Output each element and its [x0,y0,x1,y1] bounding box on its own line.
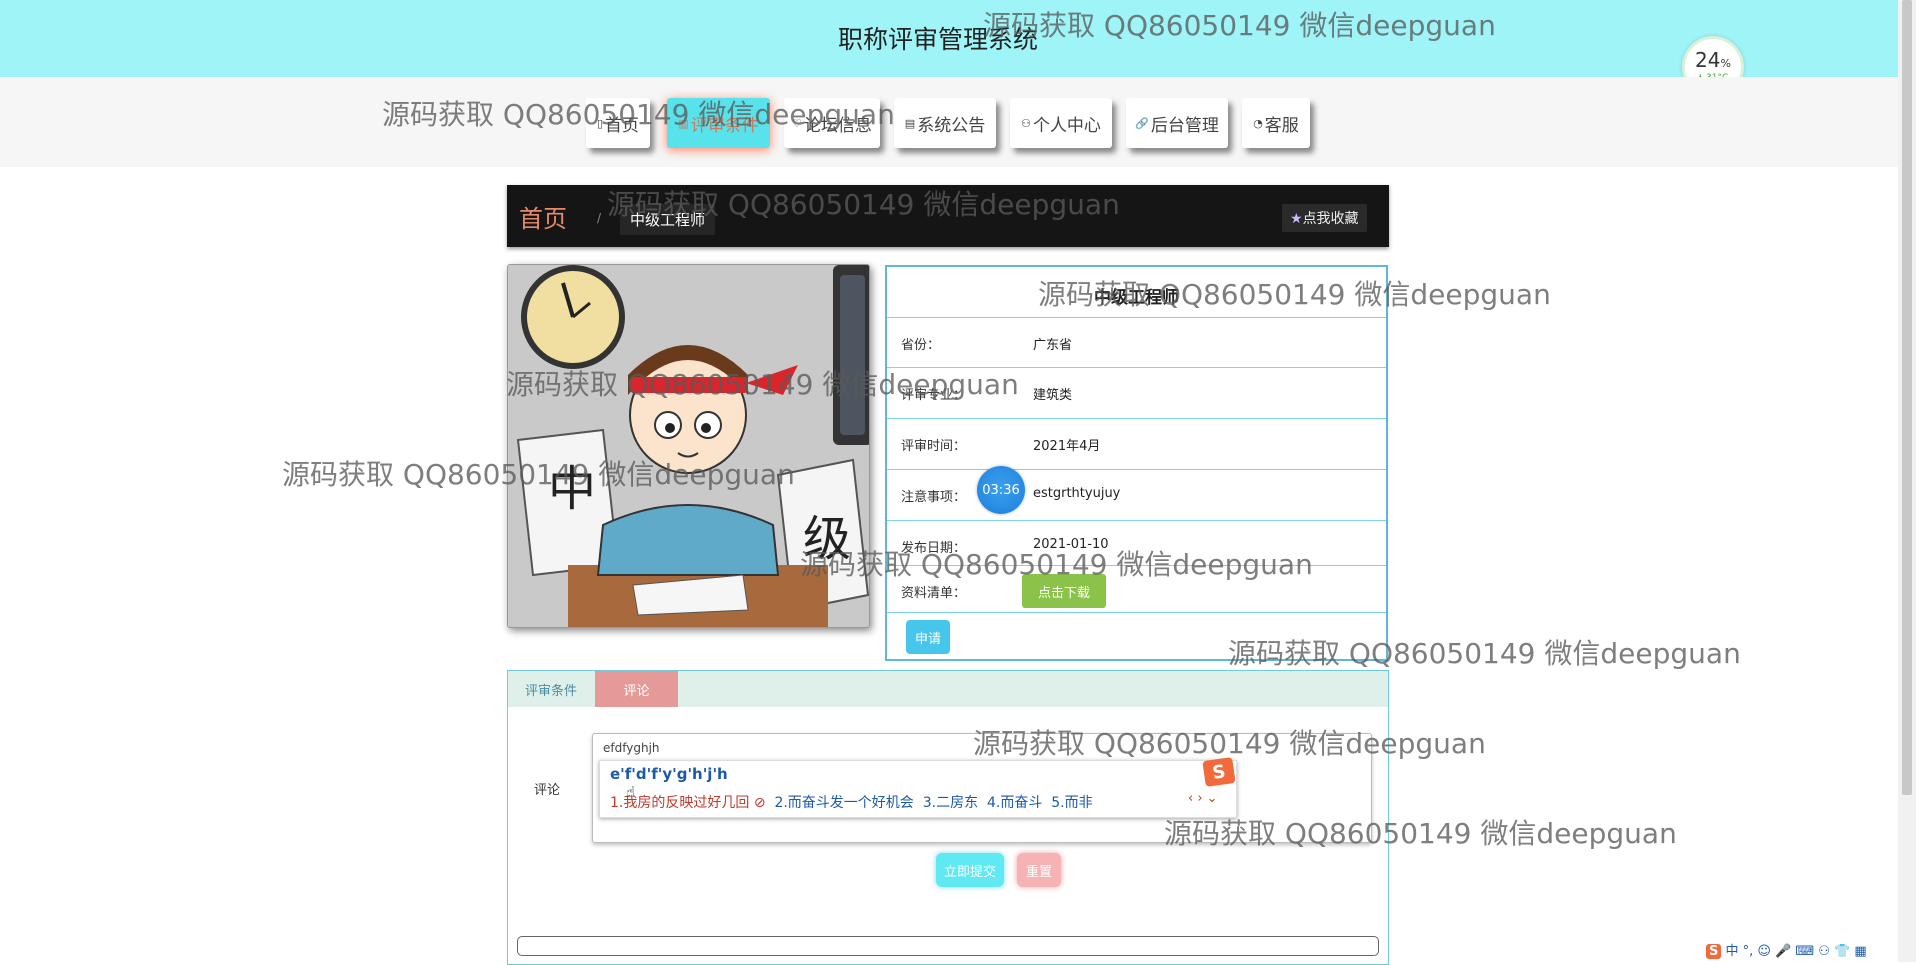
student-exam-illustration: 中 级 [508,265,869,627]
submit-button[interactable]: 立即提交 [936,853,1004,887]
link-icon: 🔗 [1135,116,1149,130]
site-title: 职称评审管理系统 [838,25,1039,54]
ime-candidate[interactable]: 3.二房东 [923,795,978,811]
nav-item-home[interactable]: ▯ 首页 [586,98,650,148]
page-scrollbar[interactable] [1898,0,1916,962]
ime-toolbar-icons[interactable]: 中 °, ☺ 🎤 ⌨ ⚇ 👕 ▦ [1726,944,1867,959]
ime-page-arrows[interactable]: ‹ › ⌄ [1188,791,1218,806]
download-button[interactable]: 点击下载 [1022,574,1106,608]
review-time-value: 2021年4月 [1033,439,1101,454]
weather-percent: 24% [1695,48,1731,72]
ime-candidate[interactable]: 4.而奋斗 [987,795,1042,811]
home-icon: ▯ [596,116,604,130]
user-icon: ⚇ [1021,116,1031,130]
breadcrumb-current: 中级工程师 [620,204,716,235]
reset-button[interactable]: 重置 [1017,853,1061,887]
sogou-logo-icon: S [1202,757,1236,787]
header-bar: 职称评审管理系统 [0,0,1898,77]
nav-item-announcements[interactable]: ▤ 系统公告 [894,98,996,148]
mouse-cursor-icon: ☝ [626,783,636,801]
detail-panel: 中级工程师 省份： 广东省 评审专业： 建筑类 评审时间： 2021年4月 注意… [885,265,1388,661]
ime-composition: e'f'd'f'y'g'h'j'h [610,765,728,783]
nav-bar: ▯ 首页 ▥ 评审条件 ♡ 论坛信息 ▤ 系统公告 ⚇ 个人中心 🔗 后台管理 ◔ 客服 [0,77,1898,167]
tab-strip: 评审条件 评论 [508,671,1388,707]
list-icon: ▥ [678,116,689,130]
service-icon: ◔ [1253,116,1263,130]
tab-review-conditions[interactable]: 评审条件 [508,671,594,707]
bottom-input-bar[interactable] [517,936,1379,956]
major-label: 评审专业： [901,388,967,403]
notes-value: estgrthtyujuy [1033,486,1121,501]
svg-text:级: 级 [803,511,851,567]
timer-badge[interactable]: 03:36 [977,466,1025,514]
detail-row-publish-date: 发布日期： 2021-01-10 [887,520,1386,571]
detail-row-notes: 注意事项： estgrthtyujuy [887,469,1386,520]
detail-title: 中级工程师 [1094,288,1179,308]
detail-row-province: 省份： 广东省 [887,317,1386,368]
ime-candidate[interactable]: 5.而非 [1051,795,1092,811]
publish-date-value: 2021-01-10 [1033,537,1109,552]
ime-candidates: 1.我房的反映过好几回 ⊘ 2.而奋斗发一个好机会 3.二房东 4.而奋斗 5.… [610,792,1093,812]
ime-toolbar[interactable]: S 中 °, ☺ 🎤 ⌨ ⚇ 👕 ▦ [1706,940,1898,962]
nav-item-personal-center[interactable]: ⚇ 个人中心 [1010,98,1112,148]
publish-date-label: 发布日期： [901,541,967,556]
major-value: 建筑类 [1033,388,1073,403]
detail-row-major: 评审专业： 建筑类 [887,367,1386,418]
check-icon: ⊘ [753,795,766,811]
detail-row-divider [887,612,1386,613]
nav-item-forum[interactable]: ♡ 论坛信息 [784,98,880,148]
star-icon: ★ [1290,211,1303,227]
nav-item-customer-service[interactable]: ◔ 客服 [1242,98,1310,148]
tab-comments[interactable]: 评论 [595,671,678,707]
scrollbar-thumb[interactable] [1902,0,1912,795]
nav-item-admin[interactable]: 🔗 后台管理 [1126,98,1228,148]
comment-text: efdfyghjh [603,741,660,755]
ime-candidate[interactable]: 2.而奋斗发一个好机会 [774,795,913,811]
review-time-label: 评审时间： [901,439,967,454]
notes-label: 注意事项： [901,490,967,505]
breadcrumb: 首页 / 中级工程师 ★点我收藏 [507,185,1389,247]
document-icon: ▤ [904,116,916,130]
detail-row-materials: 资料清单： 点击下载 [887,565,1386,616]
breadcrumb-home[interactable]: 首页 [519,199,567,234]
comment-textarea[interactable]: efdfyghjh e'f'd'f'y'g'h'j'h 1.我房的反映过好几回 … [592,733,1372,843]
cover-image: 中 级 [507,264,870,628]
tab-panel: 评审条件 评论 评论 efdfyghjh e'f'd'f'y'g'h'j'h 1… [507,670,1389,965]
favorite-button[interactable]: ★点我收藏 [1282,204,1367,232]
apply-button[interactable]: 申请 [906,620,950,654]
svg-text:中: 中 [548,461,596,517]
province-label: 省份： [901,338,941,353]
detail-row-review-time: 评审时间： 2021年4月 [887,418,1386,469]
nav-item-review-conditions[interactable]: ▥ 评审条件 [667,98,770,148]
sogou-tray-icon[interactable]: S [1706,944,1722,959]
materials-label: 资料清单： [901,586,967,601]
heart-icon: ♡ [792,116,802,130]
comment-label: 评论 [534,783,561,798]
province-value: 广东省 [1033,338,1073,353]
breadcrumb-separator: / [597,211,602,225]
ime-candidate-window[interactable]: e'f'd'f'y'g'h'j'h 1.我房的反映过好几回 ⊘ 2.而奋斗发一个… [599,757,1237,818]
